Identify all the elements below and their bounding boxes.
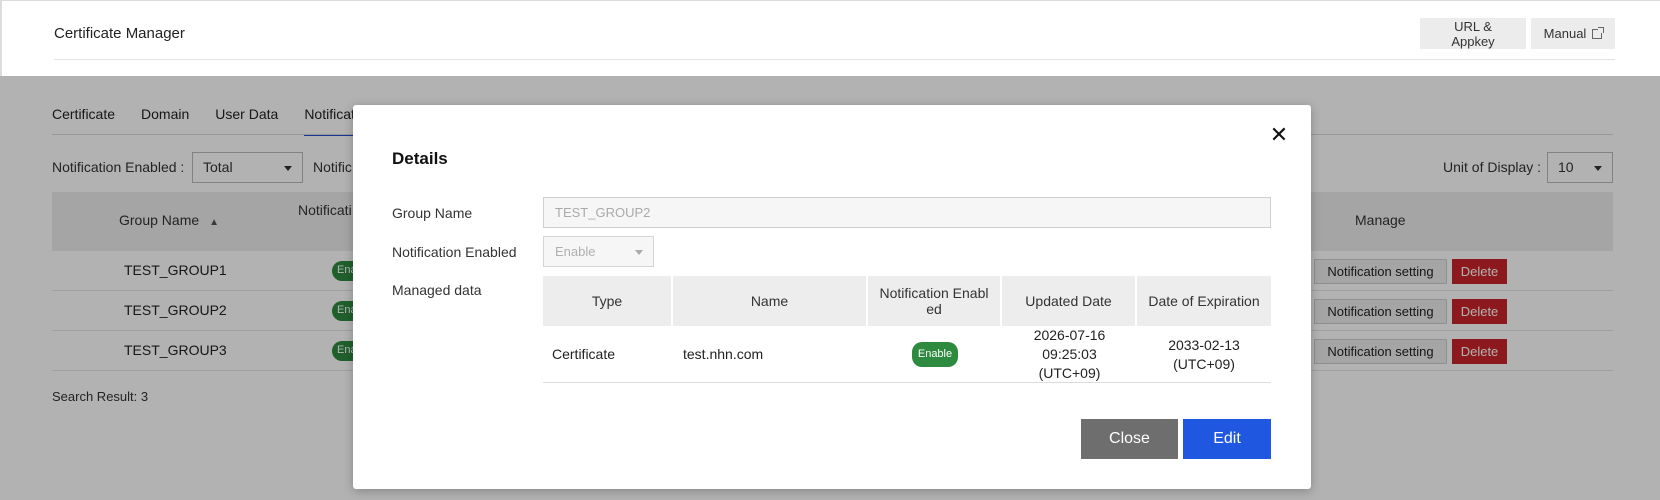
notification-cell: Enable <box>868 326 1002 383</box>
notification-enabled-value: Enable <box>555 244 596 259</box>
url-appkey-label: URL & Appkey <box>1451 18 1495 49</box>
column-header-date-of-expiration: Date of Expiration <box>1148 293 1260 309</box>
status-badge: Enable <box>911 342 959 367</box>
close-icon[interactable]: ✕ <box>1269 124 1289 146</box>
app-title: Certificate Manager <box>54 25 185 42</box>
divider <box>54 59 1615 60</box>
external-link-icon <box>1592 26 1605 39</box>
table-row: Certificate test.nhn.com Enable 2026-07-… <box>543 326 1271 383</box>
notification-enabled-label: Notification Enabled <box>392 244 517 260</box>
type-cell: Certificate <box>552 346 616 362</box>
column-header-type: Type <box>543 276 673 326</box>
modal-title: Details <box>392 149 448 168</box>
chevron-down-icon <box>635 250 643 255</box>
managed-data-table-header: Type Name Notification Enabl ed Updated … <box>543 276 1271 326</box>
updated-date-cell: 2026-07-16 09:25:03 (UTC+09) <box>1033 327 1106 381</box>
top-bar: Certificate Manager URL & Appkey Manual <box>0 0 1660 76</box>
name-cell: test.nhn.com <box>683 346 764 362</box>
expiration-date-cell: 2033-02-13 (UTC+09) <box>1168 336 1240 372</box>
manual-label: Manual <box>1543 26 1587 41</box>
column-header-updated-date: Updated Date <box>1002 276 1137 326</box>
managed-data-label: Managed data <box>392 282 482 298</box>
close-button[interactable]: Close <box>1081 419 1178 459</box>
column-header-name: Name <box>673 276 868 326</box>
column-header-notification-enabled: Notification Enabl ed <box>868 276 1002 326</box>
group-name-label: Group Name <box>392 205 473 221</box>
edit-button[interactable]: Edit <box>1183 419 1271 459</box>
notification-enabled-select[interactable]: Enable <box>543 236 654 267</box>
manual-button[interactable]: Manual <box>1531 18 1615 49</box>
url-appkey-button[interactable]: URL & Appkey <box>1420 18 1526 49</box>
details-modal: Details ✕ Group Name Notification Enable… <box>353 105 1311 489</box>
group-name-field[interactable] <box>543 197 1271 228</box>
